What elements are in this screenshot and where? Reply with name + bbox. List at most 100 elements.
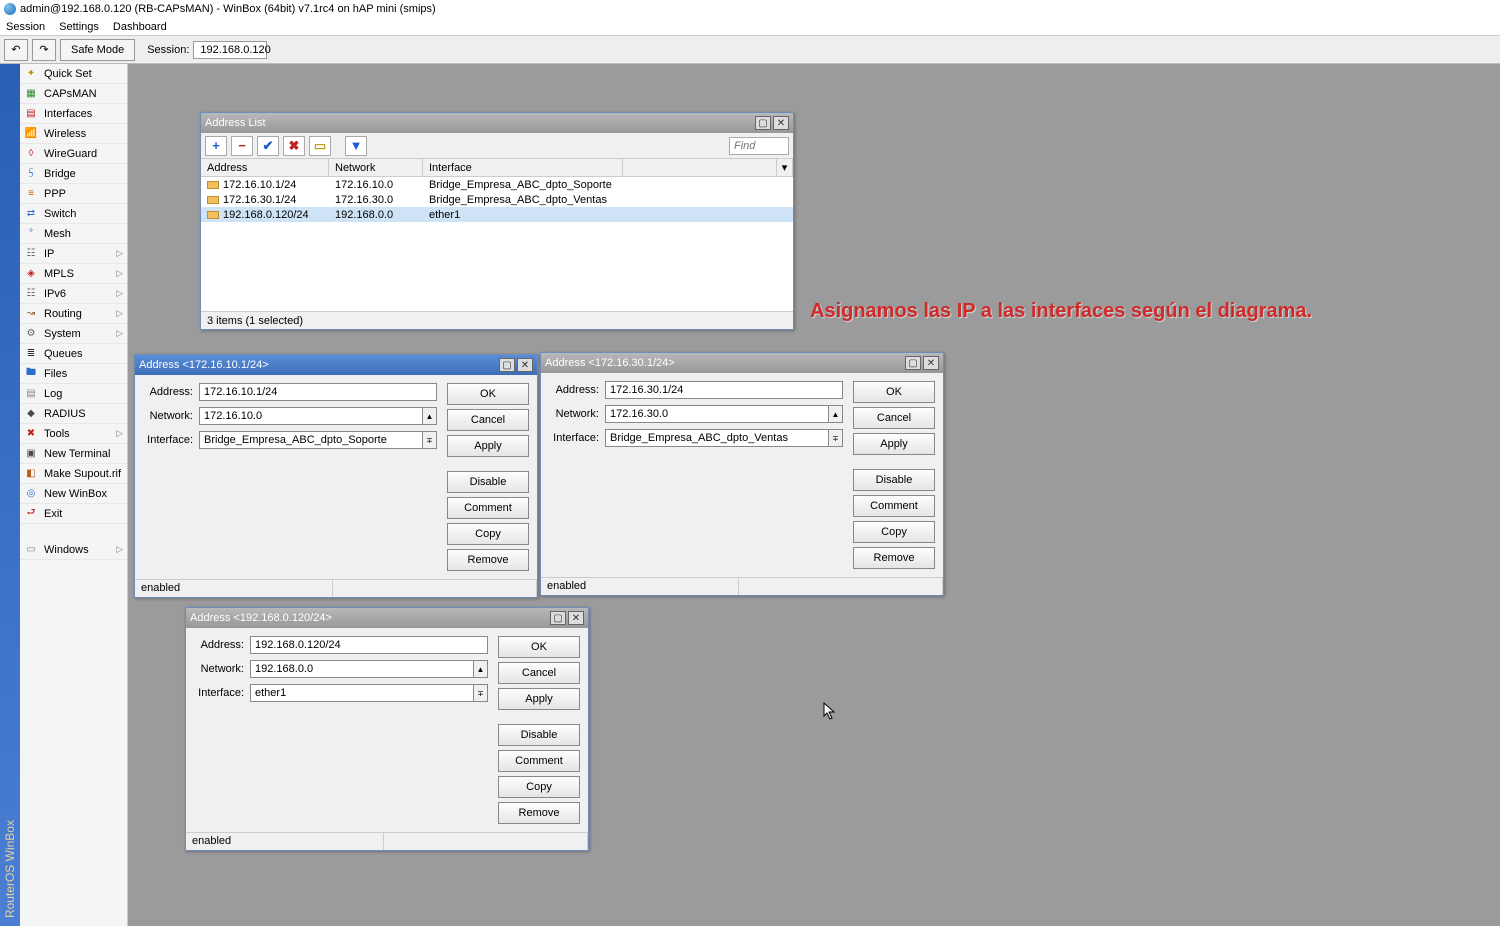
remove-button[interactable]: Remove: [853, 547, 935, 569]
menu-session[interactable]: Session: [6, 21, 45, 33]
enable-button[interactable]: ✔: [257, 136, 279, 156]
window-header[interactable]: Address <172.16.10.1/24> ▢ ✕: [135, 355, 537, 375]
column-dropdown-icon[interactable]: ▾: [777, 159, 793, 176]
window-address-detail-1: Address <172.16.10.1/24> ▢ ✕ Address: Ne…: [134, 354, 538, 598]
sidebar-item-tools[interactable]: ✖Tools▷: [20, 424, 127, 444]
ok-button[interactable]: OK: [853, 381, 935, 403]
interface-combo[interactable]: [199, 431, 423, 449]
close-button[interactable]: ✕: [517, 358, 533, 372]
copy-button[interactable]: Copy: [853, 521, 935, 543]
window-header[interactable]: Address List ▢ ✕: [201, 113, 793, 133]
sidebar-item-new-winbox[interactable]: ◎New WinBox: [20, 484, 127, 504]
sidebar-item-interfaces[interactable]: ▤Interfaces: [20, 104, 127, 124]
apply-button[interactable]: Apply: [447, 435, 529, 457]
table-row[interactable]: 172.16.30.1/24172.16.30.0Bridge_Empresa_…: [201, 192, 793, 207]
sidebar-item-make-supout.rif[interactable]: ◧Make Supout.rif: [20, 464, 127, 484]
sidebar-item-wireguard[interactable]: ◊WireGuard: [20, 144, 127, 164]
minimize-button[interactable]: ▢: [905, 356, 921, 370]
sidebar-item-windows[interactable]: ▭Windows▷: [20, 540, 127, 560]
add-button[interactable]: +: [205, 136, 227, 156]
window-header[interactable]: Address <172.16.30.1/24> ▢ ✕: [541, 353, 943, 373]
sidebar-item-system[interactable]: ⚙System▷: [20, 324, 127, 344]
dropdown-icon[interactable]: ∓: [423, 431, 437, 449]
comment-button[interactable]: Comment: [447, 497, 529, 519]
close-button[interactable]: ✕: [773, 116, 789, 130]
sidebar-item-capsman[interactable]: ▦CAPsMAN: [20, 84, 127, 104]
close-button[interactable]: ✕: [923, 356, 939, 370]
sidebar-item-mesh[interactable]: °Mesh: [20, 224, 127, 244]
col-network[interactable]: Network: [329, 159, 423, 176]
disable-button[interactable]: Disable: [498, 724, 580, 746]
sidebar-item-files[interactable]: 🖿Files: [20, 364, 127, 384]
expand-up-icon[interactable]: ▲: [829, 405, 843, 423]
minimize-button[interactable]: ▢: [550, 611, 566, 625]
sidebar-item-switch[interactable]: ⇄Switch: [20, 204, 127, 224]
sidebar-item-wireless[interactable]: 📶Wireless: [20, 124, 127, 144]
col-interface[interactable]: Interface: [423, 159, 623, 176]
sidebar-item-ip[interactable]: ☷IP▷: [20, 244, 127, 264]
nav-label: Mesh: [44, 228, 71, 240]
window-title-text: Address List: [205, 117, 753, 129]
cancel-button[interactable]: Cancel: [853, 407, 935, 429]
sidebar-item-log[interactable]: ▤Log: [20, 384, 127, 404]
address-input[interactable]: [605, 381, 843, 399]
remove-button[interactable]: Remove: [447, 549, 529, 571]
minimize-button[interactable]: ▢: [499, 358, 515, 372]
cancel-button[interactable]: Cancel: [447, 409, 529, 431]
dropdown-icon[interactable]: ∓: [829, 429, 843, 447]
close-button[interactable]: ✕: [568, 611, 584, 625]
filter-button[interactable]: ▼: [345, 136, 367, 156]
sidebar-item-mpls[interactable]: ◈MPLS▷: [20, 264, 127, 284]
comment-button[interactable]: Comment: [498, 750, 580, 772]
network-input[interactable]: [250, 660, 474, 678]
ok-button[interactable]: OK: [447, 383, 529, 405]
chevron-right-icon: ▷: [116, 248, 123, 259]
dropdown-icon[interactable]: ∓: [474, 684, 488, 702]
menu-settings[interactable]: Settings: [59, 21, 99, 33]
comment-button[interactable]: ▭: [309, 136, 331, 156]
comment-button[interactable]: Comment: [853, 495, 935, 517]
address-input[interactable]: [250, 636, 488, 654]
expand-up-icon[interactable]: ▲: [423, 407, 437, 425]
sidebar-item-quick-set[interactable]: ✦Quick Set: [20, 64, 127, 84]
undo-button[interactable]: ↶: [4, 39, 28, 61]
apply-button[interactable]: Apply: [498, 688, 580, 710]
interface-combo[interactable]: [605, 429, 829, 447]
sidebar-item-radius[interactable]: ◆RADIUS: [20, 404, 127, 424]
sidebar-item-queues[interactable]: ≣Queues: [20, 344, 127, 364]
address-input[interactable]: [199, 383, 437, 401]
status-bar: 3 items (1 selected): [201, 311, 793, 329]
network-input[interactable]: [199, 407, 423, 425]
disable-button[interactable]: ✖: [283, 136, 305, 156]
minimize-button[interactable]: ▢: [755, 116, 771, 130]
ok-button[interactable]: OK: [498, 636, 580, 658]
sidebar-item-bridge[interactable]: ⫓Bridge: [20, 164, 127, 184]
copy-button[interactable]: Copy: [498, 776, 580, 798]
disable-button[interactable]: Disable: [853, 469, 935, 491]
interface-combo[interactable]: [250, 684, 474, 702]
sidebar-item-ppp[interactable]: ≡PPP: [20, 184, 127, 204]
network-input[interactable]: [605, 405, 829, 423]
window-header[interactable]: Address <192.168.0.120/24> ▢ ✕: [186, 608, 588, 628]
session-value: 192.168.0.120: [193, 41, 267, 59]
disable-button[interactable]: Disable: [447, 471, 529, 493]
redo-button[interactable]: ↷: [32, 39, 56, 61]
window-address-detail-3: Address <192.168.0.120/24> ▢ ✕ Address: …: [185, 607, 589, 851]
nav-icon: ⚙: [24, 327, 38, 341]
expand-up-icon[interactable]: ▲: [474, 660, 488, 678]
sidebar-item-routing[interactable]: ↝Routing▷: [20, 304, 127, 324]
sidebar-item-new-terminal[interactable]: ▣New Terminal: [20, 444, 127, 464]
find-input[interactable]: [729, 137, 789, 155]
remove-button[interactable]: Remove: [498, 802, 580, 824]
cancel-button[interactable]: Cancel: [498, 662, 580, 684]
apply-button[interactable]: Apply: [853, 433, 935, 455]
safe-mode-button[interactable]: Safe Mode: [60, 39, 135, 61]
copy-button[interactable]: Copy: [447, 523, 529, 545]
sidebar-item-ipv6[interactable]: ☷IPv6▷: [20, 284, 127, 304]
menu-dashboard[interactable]: Dashboard: [113, 21, 167, 33]
table-row[interactable]: 172.16.10.1/24172.16.10.0Bridge_Empresa_…: [201, 177, 793, 192]
remove-button[interactable]: −: [231, 136, 253, 156]
sidebar-item-exit[interactable]: ⮐Exit: [20, 504, 127, 524]
col-address[interactable]: Address: [201, 159, 329, 176]
table-row[interactable]: 192.168.0.120/24192.168.0.0ether1: [201, 207, 793, 222]
